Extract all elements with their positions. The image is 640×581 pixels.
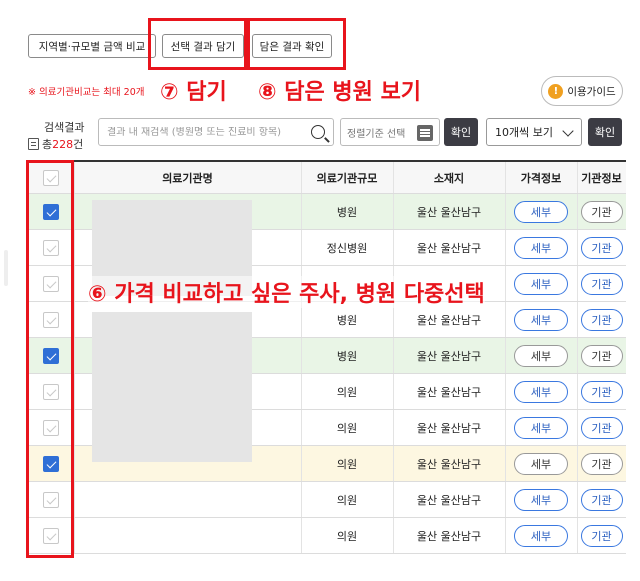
hospital-size-cell: 병원	[336, 205, 358, 219]
row-checkbox[interactable]	[43, 455, 59, 472]
price-detail-button[interactable]: 세부	[514, 344, 568, 367]
price-detail-button[interactable]: 세부	[514, 488, 568, 511]
select-all-checkbox[interactable]	[43, 169, 59, 186]
price-detail-button[interactable]: 세부	[514, 416, 568, 439]
org-info-button[interactable]: 기관	[580, 380, 623, 403]
price-detail-button[interactable]: 세부	[514, 272, 568, 295]
chevron-down-icon	[562, 125, 574, 137]
org-info-button[interactable]: 기관	[580, 416, 623, 439]
hospital-location-cell: 울산 울산남구	[416, 421, 482, 435]
row-checkbox[interactable]	[43, 239, 59, 256]
price-detail-button[interactable]: 세부	[514, 200, 568, 223]
hospital-size-cell: 정신병원	[326, 241, 368, 255]
hospital-size-cell: 의원	[336, 421, 358, 435]
sort-confirm-button[interactable]: 확인	[444, 118, 478, 146]
search-icon[interactable]	[311, 125, 325, 139]
col-header-location: 소재지	[433, 171, 465, 185]
hospital-size-cell: 의원	[336, 529, 358, 543]
compare-limit-note: ※ 의료기관비교는 최대 20개	[28, 87, 145, 98]
region-compare-button[interactable]: 지역별·규모별 금액 비교	[28, 34, 156, 58]
per-page-value: 10개씩 보기	[495, 126, 553, 139]
row-checkbox[interactable]	[43, 347, 59, 364]
hospital-size-cell: 의원	[336, 385, 358, 399]
hospital-name-cell	[74, 518, 301, 553]
hospital-location-cell: 울산 울산남구	[416, 457, 482, 471]
hospital-location-cell: 울산 울산남구	[416, 241, 482, 255]
row-checkbox[interactable]	[43, 491, 59, 508]
price-detail-button[interactable]: 세부	[514, 308, 568, 331]
org-info-button[interactable]: 기관	[580, 488, 623, 511]
sort-placeholder: 정렬기준 선택	[347, 128, 406, 140]
hospital-location-cell: 울산 울산남구	[416, 349, 482, 363]
search-input[interactable]	[107, 126, 307, 138]
hospital-size-cell: 의원	[336, 457, 358, 471]
hospital-location-cell: 울산 울산남구	[416, 529, 482, 543]
row-checkbox[interactable]	[43, 203, 59, 220]
total-count: 228	[52, 137, 74, 151]
org-info-button[interactable]: 기관	[580, 452, 623, 475]
col-header-org: 기관정보	[581, 171, 622, 185]
document-icon	[28, 138, 39, 150]
usage-guide-button[interactable]: ! 이용가이드	[541, 76, 623, 106]
hospital-size-cell: 의원	[336, 493, 358, 507]
price-detail-button[interactable]: 세부	[514, 524, 568, 547]
org-info-button[interactable]: 기관	[580, 200, 623, 223]
org-info-button[interactable]: 기관	[580, 272, 623, 295]
org-info-button[interactable]: 기관	[580, 344, 623, 367]
col-header-name: 의료기관명	[162, 171, 213, 185]
add-selected-button[interactable]: 선택 결과 담기	[162, 34, 244, 58]
per-page-select[interactable]: 10개씩 보기	[486, 118, 582, 146]
org-info-button[interactable]: 기관	[580, 524, 623, 547]
table-row: 의원 울산 울산남구 세부 기관	[28, 482, 626, 518]
per-page-confirm-button[interactable]: 확인	[588, 118, 622, 146]
price-detail-button[interactable]: 세부	[514, 452, 568, 475]
usage-guide-label: 이용가이드	[567, 85, 616, 98]
row-checkbox[interactable]	[43, 311, 59, 328]
hospital-table: 의료기관명 의료기관규모 소재지 가격정보 기관정보 병원 울산 울산남구 세부…	[28, 160, 626, 554]
hospital-location-cell: 울산 울산남구	[416, 385, 482, 399]
count-unit: 건	[73, 138, 84, 151]
row-checkbox[interactable]	[43, 419, 59, 436]
price-detail-button[interactable]: 세부	[514, 380, 568, 403]
row-checkbox[interactable]	[43, 527, 59, 544]
redacted-name-block	[92, 312, 252, 462]
price-detail-button[interactable]: 세부	[514, 236, 568, 259]
sort-select[interactable]: 정렬기준 선택	[340, 118, 440, 146]
search-result-label: 검색결과	[44, 121, 85, 134]
org-info-button[interactable]: 기관	[580, 236, 623, 259]
col-header-price: 가격정보	[520, 171, 562, 185]
hospital-location-cell: 울산 울산남구	[416, 205, 482, 219]
annotation-step7: ⑦ 담기	[160, 80, 227, 105]
org-info-button[interactable]: 기관	[580, 308, 623, 331]
table-row: 의원 울산 울산남구 세부 기관	[28, 518, 626, 554]
hospital-location-cell: 울산 울산남구	[416, 493, 482, 507]
search-within-results	[98, 118, 334, 146]
list-icon	[417, 125, 433, 141]
row-checkbox[interactable]	[43, 383, 59, 400]
col-header-size: 의료기관규모	[316, 171, 378, 185]
row-checkbox[interactable]	[43, 275, 59, 292]
search-result-count: 총 228 건	[28, 136, 83, 152]
annotation-step6: ⑥ 가격 비교하고 싶은 주사, 병원 다중선택	[88, 276, 485, 308]
table-header: 의료기관명 의료기관규모 소재지 가격정보 기관정보	[28, 162, 626, 194]
total-prefix: 총	[42, 138, 53, 151]
hospital-name-cell	[74, 482, 301, 517]
hospital-size-cell: 병원	[336, 349, 358, 363]
scroll-handle[interactable]	[4, 250, 8, 286]
annotation-step8: ⑧ 담은 병원 보기	[258, 80, 422, 105]
view-added-button[interactable]: 담은 결과 확인	[252, 34, 332, 58]
info-icon: !	[548, 83, 564, 99]
